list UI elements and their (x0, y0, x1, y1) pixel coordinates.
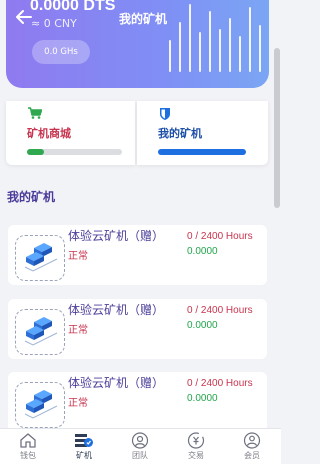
decorative-bar (189, 3, 191, 72)
cart-icon (28, 107, 42, 119)
tab-team[interactable]: 团队 (112, 429, 168, 464)
miner-earnings: 0.0000 (187, 393, 218, 404)
miner-status: 正常 (68, 398, 88, 409)
member-icon (243, 432, 261, 449)
server-rack-icon (24, 317, 58, 346)
miner-shop-progress-fill (27, 149, 45, 155)
tab-wallet[interactable]: 钱包 (0, 429, 56, 464)
decorative-bars (164, 0, 269, 72)
miner-shop-card[interactable]: 矿机商城 (6, 101, 135, 165)
my-miners-label: 我的矿机 (158, 127, 202, 140)
bottom-tab-bar: 钱包 矿机 团队 交易 会员 (0, 428, 281, 464)
my-miners-card[interactable]: 我的矿机 (137, 101, 268, 165)
scrollbar[interactable] (274, 48, 280, 208)
miner-name: 体验云矿机（赠） (68, 229, 165, 243)
tab-team-label: 团队 (132, 451, 148, 460)
miner-icon (75, 434, 93, 447)
miner-name: 体验云矿机（赠） (68, 376, 165, 390)
tab-trade[interactable]: 交易 (168, 429, 224, 464)
miner-hours: 0 / 2400 Hours (187, 231, 253, 242)
miner-name: 体验云矿机（赠） (68, 303, 165, 317)
tab-member-label: 会员 (244, 451, 260, 460)
server-rack-icon (24, 243, 58, 272)
miner-shop-progress-track (27, 149, 122, 155)
miner-shop-label: 矿机商城 (27, 127, 71, 140)
tab-member[interactable]: 会员 (224, 429, 280, 464)
my-miners-progress-fill (158, 149, 246, 155)
tab-trade-label: 交易 (188, 451, 204, 460)
decorative-bar (249, 7, 251, 72)
team-icon (131, 432, 149, 449)
page-title: 我的矿机 (119, 12, 168, 26)
cloud-miner-thumbnail (15, 382, 65, 428)
server-rack-icon (24, 390, 58, 419)
decorative-bar (179, 21, 181, 72)
decorative-bar (209, 10, 211, 72)
home-icon (20, 433, 36, 448)
balance-cny: ≈ 0 CNY (31, 17, 77, 30)
cloud-miner-thumbnail (15, 309, 65, 355)
miner-earnings: 0.0000 (187, 246, 218, 257)
miner-earnings: 0.0000 (187, 320, 218, 331)
decorative-bar (239, 36, 241, 72)
miner-item[interactable]: 体验云矿机（赠） 正常 0 / 2400 Hours 0.0000 (8, 299, 267, 359)
miner-item[interactable]: 体验云矿机（赠） 正常 0 / 2400 Hours 0.0000 (8, 225, 267, 285)
decorative-bar (199, 32, 201, 72)
tab-miners-label: 矿机 (76, 451, 92, 460)
balance-amount: 0.0000 DTS (30, 0, 116, 14)
miner-item[interactable]: 体验云矿机（赠） 正常 0 / 2400 Hours 0.0000 (8, 372, 267, 432)
miner-status: 正常 (68, 325, 88, 336)
hashrate-badge: 0.0 GHs (32, 40, 90, 64)
tab-wallet-label: 钱包 (20, 451, 36, 460)
shield-icon (160, 108, 170, 120)
miner-hours: 0 / 2400 Hours (187, 305, 253, 316)
wallet-summary-header: 0.0000 DTS ≈ 0 CNY 我的矿机 0.0 GHs (6, 0, 269, 88)
decorative-bar (259, 25, 261, 72)
section-title: 我的矿机 (7, 190, 56, 204)
my-miners-progress-track (158, 149, 246, 155)
decorative-bar (169, 39, 171, 72)
tab-miners[interactable]: 矿机 (56, 429, 112, 464)
decorative-bar (229, 18, 231, 72)
miner-status: 正常 (68, 251, 88, 262)
miner-hours: 0 / 2400 Hours (187, 378, 253, 389)
cloud-miner-thumbnail (15, 235, 65, 281)
trade-icon (187, 432, 205, 449)
decorative-bar (219, 28, 221, 72)
